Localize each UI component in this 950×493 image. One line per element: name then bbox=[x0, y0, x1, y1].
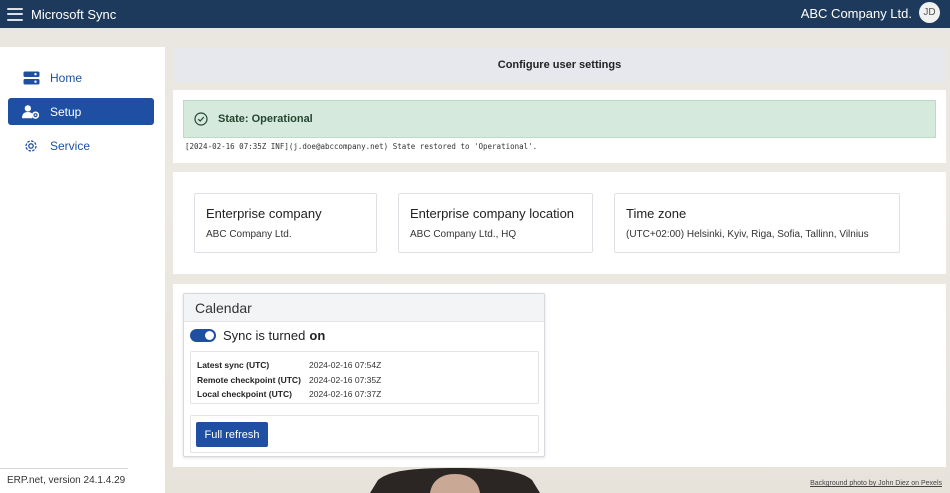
sidebar-item-label: Setup bbox=[50, 104, 82, 119]
enterprise-location-box: Enterprise company location ABC Company … bbox=[398, 193, 593, 253]
calendar-section: Calendar Sync is turned on Latest sync (… bbox=[173, 284, 946, 467]
refresh-section: Full refresh bbox=[190, 415, 539, 453]
sync-state: on bbox=[309, 328, 326, 343]
info-value: ABC Company Ltd., HQ bbox=[410, 229, 517, 240]
divider bbox=[0, 468, 128, 469]
info-value: (UTC+02:00) Helsinki, Kyiv, Riga, Sofia,… bbox=[626, 229, 869, 240]
state-title: State: Operational bbox=[218, 113, 313, 125]
stat-value: 2024-02-16 07:54Z bbox=[309, 360, 382, 371]
stat-row: Remote checkpoint (UTC) 2024-02-16 07:35… bbox=[197, 373, 538, 388]
info-title: Enterprise company bbox=[206, 206, 322, 221]
sidebar-item-label: Service bbox=[50, 138, 91, 153]
status-banner: State: Operational bbox=[183, 100, 936, 138]
sidebar-item-service[interactable]: Service bbox=[8, 132, 154, 159]
time-zone-box: Time zone (UTC+02:00) Helsinki, Kyiv, Ri… bbox=[614, 193, 900, 253]
user-gear-icon bbox=[22, 103, 40, 121]
page-title: Configure user settings bbox=[173, 48, 946, 82]
full-refresh-button[interactable]: Full refresh bbox=[196, 422, 268, 447]
top-bar: Microsoft Sync ABC Company Ltd. JD bbox=[0, 0, 950, 28]
version-label: ERP.net, version 24.1.4.29 bbox=[7, 475, 126, 486]
calendar-card: Calendar Sync is turned on Latest sync (… bbox=[183, 293, 545, 457]
hamburger-menu-icon[interactable] bbox=[7, 7, 23, 21]
gear-icon bbox=[22, 137, 40, 155]
info-card: Enterprise company ABC Company Ltd. Ente… bbox=[173, 172, 946, 274]
stat-label: Local checkpoint (UTC) bbox=[197, 389, 292, 400]
sync-toggle[interactable] bbox=[190, 329, 216, 342]
avatar[interactable]: JD bbox=[919, 2, 940, 23]
stat-row: Latest sync (UTC) 2024-02-16 07:54Z bbox=[197, 358, 538, 373]
toggle-knob bbox=[205, 331, 214, 340]
home-icon bbox=[22, 69, 40, 87]
sync-status: Sync is turned on bbox=[190, 328, 325, 343]
stat-value: 2024-02-16 07:37Z bbox=[309, 389, 382, 400]
app-title: Microsoft Sync bbox=[31, 6, 117, 22]
sync-stats: Latest sync (UTC) 2024-02-16 07:54Z Remo… bbox=[190, 351, 539, 404]
enterprise-company-box: Enterprise company ABC Company Ltd. bbox=[194, 193, 377, 253]
photo-credit-link[interactable]: Background photo by John Diez on Pexels bbox=[810, 480, 942, 487]
stat-row: Local checkpoint (UTC) 2024-02-16 07:37Z bbox=[197, 387, 538, 402]
state-log: [2024-02-16 07:35Z INF](j.doe@abccompany… bbox=[185, 142, 538, 151]
stat-label: Latest sync (UTC) bbox=[197, 360, 270, 371]
info-title: Enterprise company location bbox=[410, 206, 575, 221]
sync-label: Sync is turned bbox=[223, 328, 306, 343]
check-circle-icon bbox=[194, 112, 208, 126]
calendar-title: Calendar bbox=[184, 294, 544, 322]
background-photo bbox=[370, 468, 540, 493]
sidebar-item-setup[interactable]: Setup bbox=[8, 98, 154, 125]
sidebar-item-home[interactable]: Home bbox=[8, 64, 154, 91]
info-title: Time zone bbox=[626, 206, 687, 221]
company-name[interactable]: ABC Company Ltd. bbox=[801, 6, 912, 21]
state-card: State: Operational [2024-02-16 07:35Z IN… bbox=[173, 90, 946, 163]
stat-label: Remote checkpoint (UTC) bbox=[197, 374, 301, 385]
sidebar-item-label: Home bbox=[50, 70, 83, 85]
sidebar: Home Setup Service bbox=[0, 47, 165, 493]
stat-value: 2024-02-16 07:35Z bbox=[309, 374, 382, 385]
info-value: ABC Company Ltd. bbox=[206, 229, 292, 240]
